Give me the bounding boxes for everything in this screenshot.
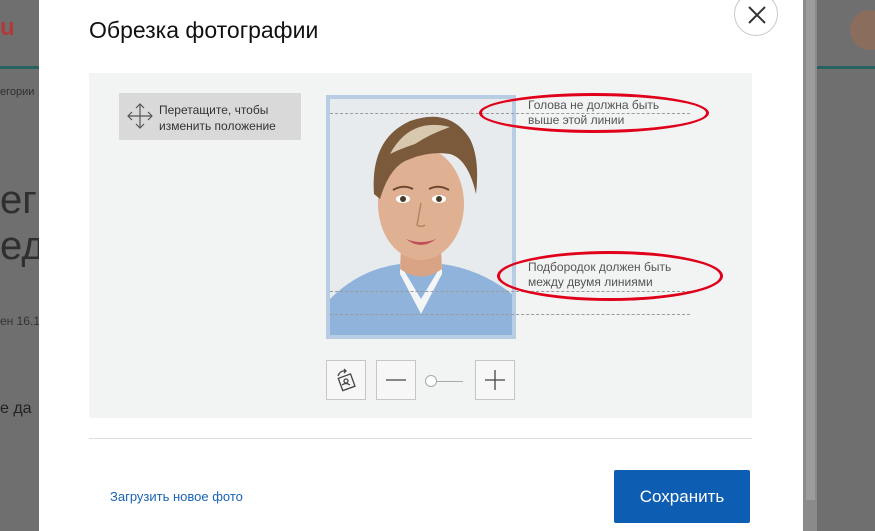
modal-title: Обрезка фотографии xyxy=(89,17,319,43)
page-heading-fragment-2: ед xyxy=(0,224,45,268)
avatar xyxy=(850,10,875,50)
site-logo: u xyxy=(0,14,15,41)
drag-hint-text: Перетащите, чтобы изменить положение xyxy=(159,102,276,134)
drag-hint-line-1: Перетащите, чтобы xyxy=(159,103,269,117)
page-scrollbar-thumb[interactable] xyxy=(806,0,815,500)
chin-lower-line xyxy=(330,314,690,315)
portrait-photo[interactable] xyxy=(330,99,512,335)
breadcrumb-fragment: егории xyxy=(0,86,35,98)
zoom-in-button[interactable] xyxy=(475,360,515,400)
crop-area: Перетащите, чтобы изменить положение Гол… xyxy=(89,73,752,418)
rotate-button[interactable] xyxy=(326,360,366,400)
close-icon xyxy=(748,6,766,24)
field-label-fragment: е да xyxy=(0,400,32,417)
drag-hint: Перетащите, чтобы изменить положение xyxy=(119,93,301,140)
upload-new-photo-link[interactable]: Загрузить новое фото xyxy=(110,489,243,504)
photo-crop-modal: Обрезка фотографии Перетащите, чтобы изм… xyxy=(39,0,803,531)
drag-hint-line-2: изменить положение xyxy=(159,119,276,133)
close-button[interactable] xyxy=(734,0,778,36)
zoom-slider-track[interactable] xyxy=(433,381,463,382)
zoom-slider-knob[interactable] xyxy=(425,375,437,387)
zoom-slider[interactable] xyxy=(423,373,465,389)
minus-icon xyxy=(386,379,406,381)
photo-crop-frame[interactable] xyxy=(326,95,516,339)
move-arrows-icon xyxy=(127,103,153,129)
plus-icon xyxy=(485,370,505,390)
modal-divider xyxy=(89,438,752,439)
annotation-ellipse-head xyxy=(479,93,709,133)
rotate-photo-icon xyxy=(337,368,356,392)
save-button[interactable]: Сохранить xyxy=(614,470,750,523)
zoom-out-button[interactable] xyxy=(376,360,416,400)
annotation-ellipse-chin xyxy=(497,251,723,301)
